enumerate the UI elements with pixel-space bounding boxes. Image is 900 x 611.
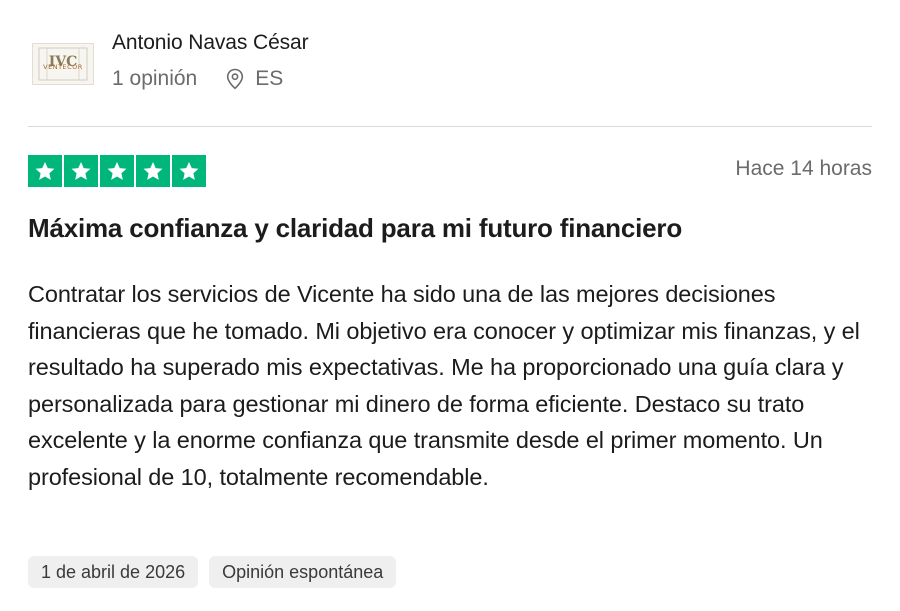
ventecor-logo: IVC VENTECOR <box>38 47 88 81</box>
reviewer-avatar[interactable]: IVC VENTECOR <box>32 43 94 85</box>
review-tags: 1 de abril de 2026 Opinión espontánea <box>28 556 397 588</box>
svg-text:VENTECOR: VENTECOR <box>43 63 83 71</box>
review-time: Hace 14 horas <box>735 157 872 180</box>
reviewer-name[interactable]: Antonio Navas César <box>112 31 309 55</box>
star-icon <box>136 155 170 187</box>
header-divider <box>28 126 872 127</box>
review-title[interactable]: Máxima confianza y claridad para mi futu… <box>28 213 682 244</box>
reviewer-meta: 1 opinión ES <box>112 67 283 91</box>
review-type-tag: Opinión espontánea <box>209 556 397 588</box>
review-date-tag: 1 de abril de 2026 <box>28 556 199 588</box>
review-count: 1 opinión <box>112 67 198 90</box>
star-icon <box>172 155 206 187</box>
location-pin-icon <box>227 68 244 90</box>
star-icon <box>28 155 62 187</box>
star-rating <box>28 155 206 187</box>
review-body: Contratar los servicios de Vicente ha si… <box>28 281 860 490</box>
country-code: ES <box>255 67 284 90</box>
star-icon <box>64 155 98 187</box>
review-card: IVC VENTECOR Antonio Navas César 1 opini… <box>0 0 900 611</box>
star-icon <box>100 155 134 187</box>
reviewer-location: ES <box>225 67 283 91</box>
